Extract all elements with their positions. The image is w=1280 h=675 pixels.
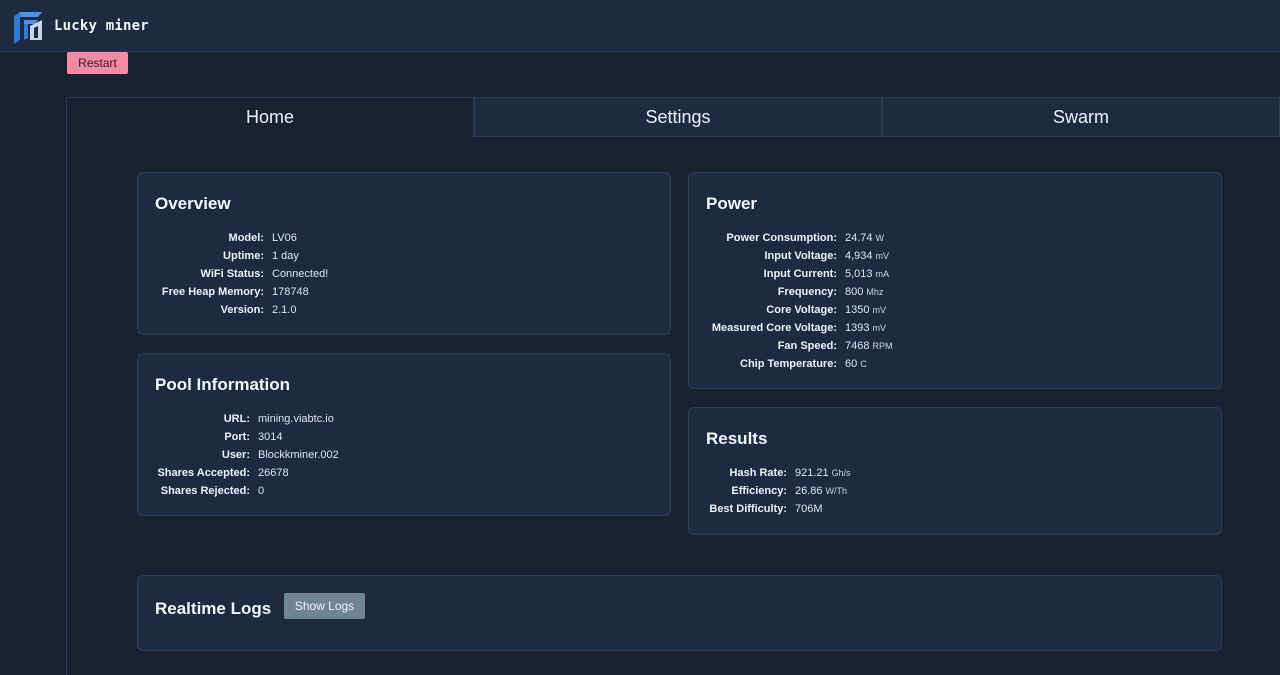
home-panel: Overview Model: LV06 Uptime: 1 day WiFi …	[66, 136, 1280, 675]
overview-list: Model: LV06 Uptime: 1 day WiFi Status: C…	[155, 229, 328, 319]
port-label: Port:	[224, 431, 250, 443]
free-heap-value: 178748	[272, 286, 309, 298]
pool-row-accepted: Shares Accepted: 26678	[155, 464, 339, 482]
hash-rate-label: Hash Rate:	[729, 467, 787, 479]
fan-speed-value: 7468 RPM	[845, 340, 893, 352]
user-value: Blockkminer.002	[258, 449, 339, 461]
power-title: Power	[706, 194, 758, 213]
efficiency-value: 26.86 W/Th	[795, 485, 848, 497]
pool-row-port: Port: 3014	[155, 428, 339, 446]
tab-swarm[interactable]: Swarm	[882, 97, 1280, 137]
pool-row-rejected: Shares Rejected: 0	[155, 482, 339, 500]
overview-row-heap: Free Heap Memory: 178748	[155, 283, 328, 301]
power-card: Power Power Consumption: 24.74 W Input Vo…	[688, 172, 1222, 389]
results-row-best-difficulty: Best Difficulty: 706M	[706, 500, 851, 518]
efficiency-label: Efficiency:	[731, 485, 787, 497]
overview-title: Overview	[155, 194, 231, 213]
results-list: Hash Rate: 921.21 Gh/s Efficiency: 26.86 W…	[706, 464, 851, 518]
power-row-input-voltage: Input Voltage: 4,934 mV	[706, 247, 892, 265]
logs-card: Realtime Logs Show Logs	[137, 575, 1222, 651]
tab-home[interactable]: Home	[66, 97, 474, 137]
version-label: Version:	[220, 304, 264, 316]
top-bar: Lucky miner	[0, 0, 1280, 52]
fan-speed-label: Fan Speed:	[777, 340, 837, 352]
pool-title: Pool Information	[155, 375, 291, 394]
pool-list: URL: mining.viabtc.io Port: 3014 User: B…	[155, 410, 339, 500]
results-card: Results Hash Rate: 921.21 Gh/s Efficiency…	[688, 407, 1222, 535]
core-voltage-value: 1350 mV	[845, 304, 886, 316]
power-consumption-value: 24.74 W	[845, 232, 885, 244]
shares-rejected-value: 0	[258, 485, 265, 497]
input-voltage-value: 4,934 mV	[845, 250, 890, 262]
best-difficulty-label: Best Difficulty:	[709, 503, 787, 515]
tab-bar: Home Settings Swarm	[66, 97, 1280, 137]
power-row-chip-temp: Chip Temperature: 60 C	[706, 355, 892, 373]
pool-row-url: URL: mining.viabtc.io	[155, 410, 339, 428]
user-label: User:	[221, 449, 250, 461]
input-current-label: Input Current:	[763, 268, 837, 280]
wifi-status-label: WiFi Status:	[200, 268, 264, 280]
measured-core-voltage-value: 1393 mV	[845, 322, 886, 334]
url-label: URL:	[223, 413, 250, 425]
best-difficulty-value: 706M	[795, 503, 823, 515]
pool-card: Pool Information URL: mining.viabtc.io P…	[137, 353, 671, 516]
brand-name: Lucky miner	[54, 17, 149, 34]
version-value: 2.1.0	[272, 304, 297, 316]
input-voltage-label: Input Voltage:	[764, 250, 837, 262]
restart-button[interactable]: Restart	[67, 52, 128, 74]
port-value: 3014	[258, 431, 283, 443]
uptime-label: Uptime:	[223, 250, 264, 262]
show-logs-button[interactable]: Show Logs	[284, 593, 365, 619]
power-list: Power Consumption: 24.74 W Input Voltage:…	[706, 229, 893, 373]
power-row-core-voltage: Core Voltage: 1350 mV	[706, 301, 892, 319]
shares-accepted-value: 26678	[258, 467, 289, 479]
pool-row-user: User: Blockkminer.002	[155, 446, 339, 464]
shares-rejected-label: Shares Rejected:	[160, 485, 250, 497]
overview-row-uptime: Uptime: 1 day	[155, 247, 328, 265]
power-row-frequency: Frequency: 800 Mhz	[706, 283, 892, 301]
core-voltage-label: Core Voltage:	[766, 304, 837, 316]
frequency-label: Frequency:	[777, 286, 837, 298]
wifi-status-value: Connected!	[272, 268, 329, 280]
results-row-efficiency: Efficiency: 26.86 W/Th	[706, 482, 851, 500]
chip-temperature-value: 60 C	[845, 358, 867, 370]
power-row-input-current: Input Current: 5,013 mA	[706, 265, 892, 283]
overview-row-model: Model: LV06	[155, 229, 328, 247]
power-row-fan-speed: Fan Speed: 7468 RPM	[706, 337, 893, 355]
shares-accepted-label: Shares Accepted:	[157, 467, 250, 479]
input-current-value: 5,013 mA	[845, 268, 890, 280]
tab-container: Home Settings Swarm Overview Model: LV06…	[66, 97, 1280, 675]
overview-card: Overview Model: LV06 Uptime: 1 day WiFi …	[137, 172, 671, 335]
overview-row-version: Version: 2.1.0	[155, 301, 328, 319]
results-title: Results	[706, 429, 768, 448]
results-row-hash-rate: Hash Rate: 921.21 Gh/s	[706, 464, 851, 482]
uptime-value: 1 day	[272, 250, 299, 262]
url-value: mining.viabtc.io	[258, 413, 334, 425]
power-consumption-label: Power Consumption:	[726, 232, 837, 244]
overview-row-wifi: WiFi Status: Connected!	[155, 265, 329, 283]
free-heap-label: Free Heap Memory:	[161, 286, 264, 298]
power-row-consumption: Power Consumption: 24.74 W	[706, 229, 892, 247]
model-value: LV06	[272, 232, 297, 244]
measured-core-voltage-label: Measured Core Voltage:	[711, 322, 837, 334]
chip-temperature-label: Chip Temperature:	[740, 358, 837, 370]
power-row-measured-core-voltage: Measured Core Voltage: 1393 mV	[706, 319, 892, 337]
hash-rate-value: 921.21 Gh/s	[795, 467, 851, 479]
lucky-miner-logo-icon[interactable]	[12, 8, 48, 44]
model-label: Model:	[228, 232, 264, 244]
logs-title: Realtime Logs	[155, 599, 272, 618]
tab-settings[interactable]: Settings	[474, 97, 882, 137]
frequency-value: 800 Mhz	[845, 286, 884, 298]
